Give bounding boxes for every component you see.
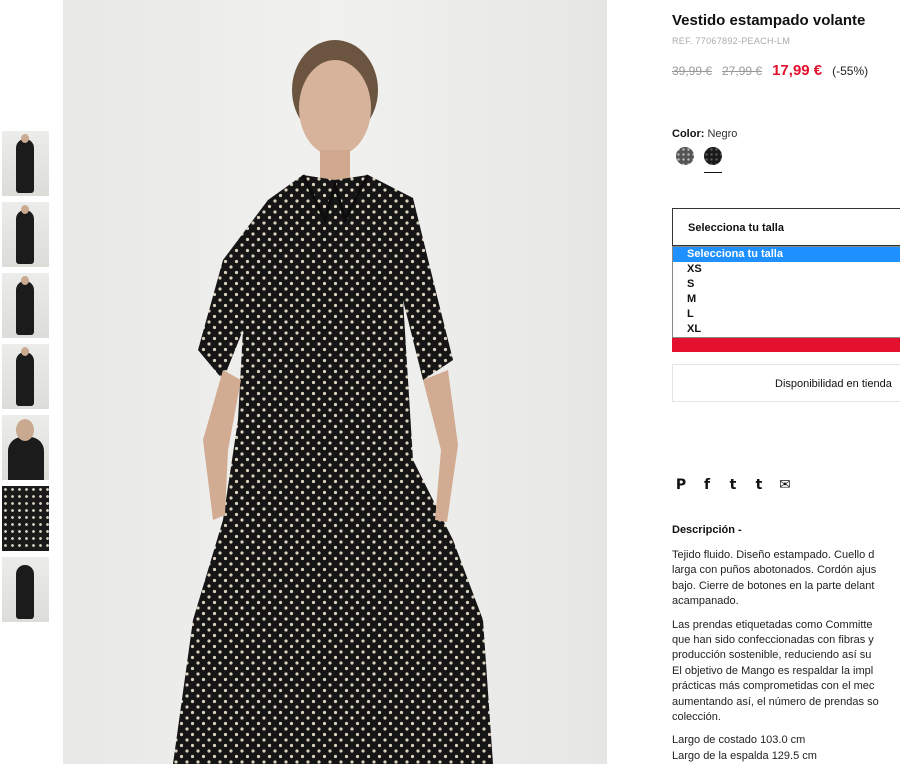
color-value: Negro (707, 128, 738, 140)
price-original: 39,99 € (672, 64, 713, 78)
thumbnail-1[interactable] (2, 131, 49, 196)
thumbnail-4[interactable] (2, 344, 49, 409)
model-figure (16, 352, 34, 406)
measurement-side-length: Largo de costado 103.0 cm (672, 734, 806, 747)
description-paragraph-2: Las prendas etiquetadas como Committe qu… (672, 618, 879, 724)
thumbnail-2[interactable] (2, 202, 49, 267)
description-body: Tejido fluido. Diseño estampado. Cuello … (672, 548, 900, 764)
size-option-m[interactable]: M (673, 292, 900, 307)
model-photo-illustration (173, 40, 493, 764)
model-head (21, 205, 29, 214)
twitter-icon[interactable]: t (726, 477, 740, 493)
model-head (21, 134, 29, 143)
model-head (21, 347, 29, 356)
dress-figure (16, 565, 34, 619)
email-icon[interactable]: ✉ (778, 477, 792, 493)
color-heading: Color: (672, 128, 705, 140)
model-figure (16, 210, 34, 264)
model-figure (16, 139, 34, 193)
price-previous: 27,99 € (722, 64, 763, 78)
color-label: Color: Negro (672, 128, 737, 140)
product-title: Vestido estampado volante (672, 12, 866, 29)
color-swatches (676, 147, 722, 173)
model-head (16, 419, 34, 441)
pinterest-icon[interactable]: P (674, 477, 688, 493)
dotted-grey-swatch[interactable] (676, 147, 694, 165)
discount-badge: (-55%) (832, 64, 869, 78)
description-title[interactable]: Descripción - (672, 524, 742, 536)
model-head (21, 276, 29, 285)
size-option-placeholder[interactable]: Selecciona tu talla (673, 247, 900, 262)
product-info-panel: Vestido estampado volante REF. 77067892-… (672, 0, 900, 764)
black-swatch[interactable] (704, 147, 722, 173)
social-share-bar: P f t t ✉ (674, 477, 792, 493)
measurement-back-length: Largo de la espalda 129.5 cm (672, 749, 817, 762)
thumbnail-6[interactable] (2, 486, 49, 551)
size-option-l[interactable]: L (673, 307, 900, 322)
thumbnail-5[interactable] (2, 415, 49, 480)
thumbnail-3[interactable] (2, 273, 49, 338)
price-row: 39,99 € 27,99 € 17,99 € (-55%) (672, 62, 868, 79)
model-figure (8, 437, 44, 480)
description-paragraph-1: Tejido fluido. Diseño estampado. Cuello … (672, 549, 877, 608)
thumbnail-7[interactable] (2, 557, 49, 622)
product-reference: REF. 77067892-PEACH-LM (672, 36, 791, 46)
size-option-s[interactable]: S (673, 277, 900, 292)
price-current: 17,99 € (772, 62, 823, 79)
size-option-xs[interactable]: XS (673, 262, 900, 277)
store-availability-button[interactable]: Disponibilidad en tienda (672, 364, 900, 402)
tumblr-icon[interactable]: t (752, 477, 766, 493)
main-product-image[interactable] (63, 0, 607, 764)
thumbnail-list (2, 131, 50, 628)
size-dropdown: Selecciona tu talla XS S M L XL (672, 246, 900, 338)
facebook-icon[interactable]: f (700, 477, 714, 493)
size-select[interactable]: Selecciona tu talla (672, 208, 900, 246)
add-to-cart-button[interactable] (672, 338, 900, 352)
size-option-xl[interactable]: XL (673, 322, 900, 337)
model-figure (16, 281, 34, 335)
